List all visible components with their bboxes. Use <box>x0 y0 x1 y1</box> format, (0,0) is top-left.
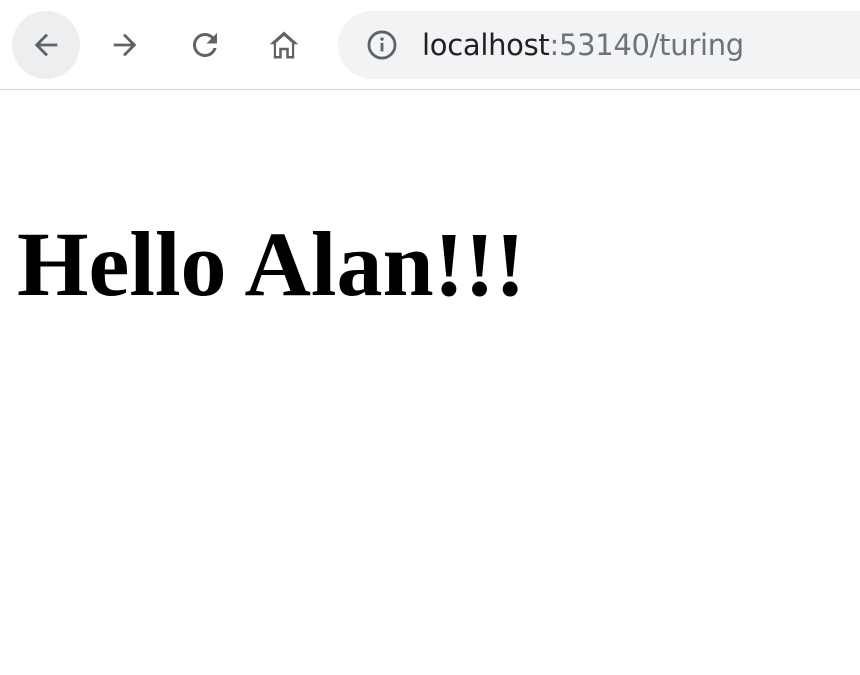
back-button[interactable] <box>12 11 80 79</box>
url-host: localhost <box>422 28 550 62</box>
home-icon <box>269 31 299 59</box>
info-icon[interactable] <box>365 28 399 62</box>
home-button[interactable] <box>250 11 318 79</box>
reload-button[interactable] <box>171 11 239 79</box>
back-arrow-icon <box>34 33 58 57</box>
forward-arrow-icon <box>113 33 137 57</box>
url-text[interactable]: localhost:53140/turing <box>422 25 744 65</box>
address-bar[interactable]: localhost:53140/turing <box>338 11 860 79</box>
reload-icon <box>192 32 217 57</box>
browser-toolbar: localhost:53140/turing <box>0 0 860 90</box>
forward-button[interactable] <box>91 11 159 79</box>
page-heading: Hello Alan!!! <box>17 213 526 315</box>
url-path: :53140/turing <box>549 28 744 62</box>
